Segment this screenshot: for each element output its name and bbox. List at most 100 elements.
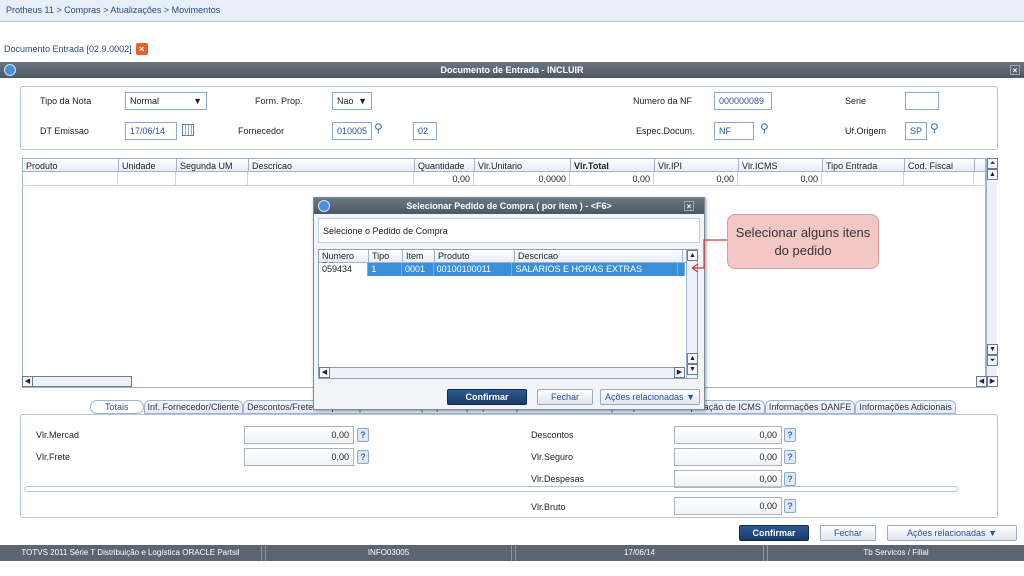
vlr-frete-label: Vlr.Frete	[36, 452, 71, 462]
table-cell: 0,0000	[474, 172, 570, 185]
table-row[interactable]: 059434 1 0001 00100100011 SALARIOS E HOR…	[319, 263, 685, 276]
dt-emissao-field[interactable]: 17/06/14	[125, 122, 177, 140]
status-branch: Tb Servicos / Filial	[863, 548, 929, 557]
grid-horizontal-scrollbar[interactable]: ◀	[22, 376, 132, 387]
status-bar: TOTVS 2011 Série T Distribuição e Logíst…	[0, 545, 1024, 561]
scroll-top-icon[interactable]: ⏶	[987, 158, 998, 169]
scroll-up-icon[interactable]: ▲	[987, 169, 998, 180]
table-cell	[678, 263, 685, 276]
tipo-nota-label: Tipo da Nota	[40, 96, 92, 106]
form-prop-select[interactable]: Nao ▼	[332, 92, 372, 110]
calendar-icon[interactable]	[182, 124, 194, 136]
table-row[interactable]: 0,00 0,0000 0,00 0,00 0,00	[22, 172, 986, 186]
column-header[interactable]: Produto	[435, 250, 515, 262]
search-icon[interactable]: ⚲	[930, 121, 939, 135]
scroll-left-icon[interactable]: ◀	[319, 367, 330, 378]
espec-docum-field[interactable]: NF	[714, 122, 754, 140]
dialog-close-icon[interactable]: ×	[684, 201, 694, 211]
window-close-icon[interactable]: ×	[1010, 65, 1020, 75]
scroll-up-icon[interactable]: ▲	[687, 353, 698, 364]
totals-panel	[20, 414, 998, 518]
tipo-nota-select[interactable]: Normal ▼	[125, 92, 207, 110]
close-icon[interactable]: ×	[135, 43, 148, 55]
table-cell: SALARIOS E HORAS EXTRAS	[512, 263, 678, 276]
loja-field[interactable]: 02	[413, 122, 437, 140]
grid-vertical-scrollbar[interactable]: ⏶ ▲ ▼ ⏷	[986, 158, 998, 388]
scroll-left-icon[interactable]: ◀	[976, 376, 987, 387]
table-cell: 0,00	[738, 172, 822, 185]
fornecedor-field[interactable]: 010005	[332, 122, 372, 140]
dialog-horizontal-scrollbar[interactable]: ◀ ▶	[319, 367, 685, 378]
order-grid[interactable]: Numero PC Tipo Item Produto Descricao L …	[318, 249, 698, 379]
dt-emissao-label: DT Emissao	[40, 126, 89, 136]
tab-informacoes-danfe[interactable]: Informações DANFE	[764, 400, 856, 414]
help-icon[interactable]: ?	[784, 472, 796, 486]
column-header[interactable]: Produto	[23, 159, 119, 171]
table-cell: 00100100011	[434, 263, 513, 276]
column-header[interactable]: Vlr.Total	[571, 159, 655, 171]
column-header[interactable]: Numero PC	[319, 250, 369, 271]
column-header[interactable]: Tipo	[369, 250, 403, 262]
scroll-down-icon[interactable]: ▼	[687, 364, 698, 375]
dialog-confirm-button[interactable]: Confirmar	[447, 389, 527, 405]
dialog-close-button[interactable]: Fechar	[537, 389, 593, 405]
uf-origem-field[interactable]: SP	[905, 122, 927, 140]
table-cell: 0001	[402, 263, 434, 276]
column-header[interactable]: Descricao	[515, 250, 683, 262]
column-header[interactable]: Quantidade	[415, 159, 475, 171]
uf-origem-label: Uf.Origem	[845, 126, 887, 136]
table-cell	[248, 172, 414, 185]
chevron-down-icon: ▼	[988, 528, 997, 538]
search-icon[interactable]: ⚲	[760, 121, 769, 135]
tab-informacoes-adicionais[interactable]: Informações Adicionais	[855, 400, 956, 414]
column-header[interactable]: Descricao	[249, 159, 415, 171]
actions-label: Ações relacionadas	[907, 528, 986, 538]
tab-inf-fornecedor[interactable]: Inf. Fornecedor/Cliente	[143, 400, 244, 414]
dialog-title: Selecionar Pedido de Compra ( por item )…	[406, 201, 612, 211]
help-icon[interactable]: ?	[784, 450, 796, 464]
dialog-actions-button[interactable]: Ações relacionadas ▼	[600, 389, 700, 405]
app-icon	[4, 64, 16, 76]
confirm-button[interactable]: Confirmar	[739, 525, 809, 541]
dialog-titlebar: Selecionar Pedido de Compra ( por item )…	[314, 198, 704, 214]
column-header[interactable]: Tipo Entrada	[823, 159, 905, 171]
vlr-frete-field: 0,00	[244, 448, 354, 466]
scroll-down-icon[interactable]: ▼	[987, 344, 998, 355]
column-header[interactable]: Vlr.ICMS	[739, 159, 823, 171]
scroll-right-icon[interactable]: ▶	[987, 376, 998, 387]
scroll-left-icon[interactable]: ◀	[22, 376, 33, 387]
search-icon[interactable]: ⚲	[374, 121, 383, 135]
table-cell	[176, 172, 248, 185]
fornecedor-label: Fornecedor	[238, 126, 285, 136]
items-grid-header: Produto Unidade Segunda UM Descricao Qua…	[22, 158, 986, 172]
help-icon[interactable]: ?	[784, 499, 796, 513]
column-header[interactable]: Vlr.IPI	[655, 159, 739, 171]
close-button[interactable]: Fechar	[820, 525, 876, 541]
separator	[24, 486, 958, 492]
column-header[interactable]: Item	[403, 250, 435, 262]
help-icon[interactable]: ?	[357, 428, 369, 442]
table-cell	[118, 172, 176, 185]
table-cell	[822, 172, 904, 185]
vlr-despesas-label: Vlr.Despesas	[531, 474, 585, 484]
scroll-bottom-icon[interactable]: ⏷	[987, 355, 998, 366]
serie-field[interactable]	[905, 92, 939, 110]
document-tab[interactable]: Documento Entrada [02.9.0002] ×	[0, 42, 152, 56]
column-header[interactable]: Vlr.Unitario	[475, 159, 571, 171]
column-header[interactable]: Segunda UM	[177, 159, 249, 171]
actions-button[interactable]: Ações relacionadas ▼	[887, 525, 1017, 541]
column-header[interactable]: Unidade	[119, 159, 177, 171]
help-icon[interactable]: ?	[357, 450, 369, 464]
window-titlebar: Documento de Entrada - INCLUIR ×	[0, 62, 1024, 78]
table-cell: 0,00	[570, 172, 654, 185]
tab-totais[interactable]: Totais	[90, 400, 144, 414]
column-header[interactable]: Cod. Fiscal	[905, 159, 975, 171]
scroll-right-icon[interactable]: ▶	[674, 367, 685, 378]
select-order-dialog: Selecionar Pedido de Compra ( por item )…	[313, 197, 705, 410]
numero-nf-field[interactable]: 000000089	[714, 92, 772, 110]
descontos-label: Descontos	[531, 430, 574, 440]
table-cell: 0,00	[654, 172, 738, 185]
help-icon[interactable]: ?	[784, 428, 796, 442]
breadcrumb: Protheus 11 > Compras > Atualizações > M…	[0, 0, 1024, 22]
status-env: TOTVS 2011 Série T Distribuição e Logíst…	[0, 545, 262, 561]
